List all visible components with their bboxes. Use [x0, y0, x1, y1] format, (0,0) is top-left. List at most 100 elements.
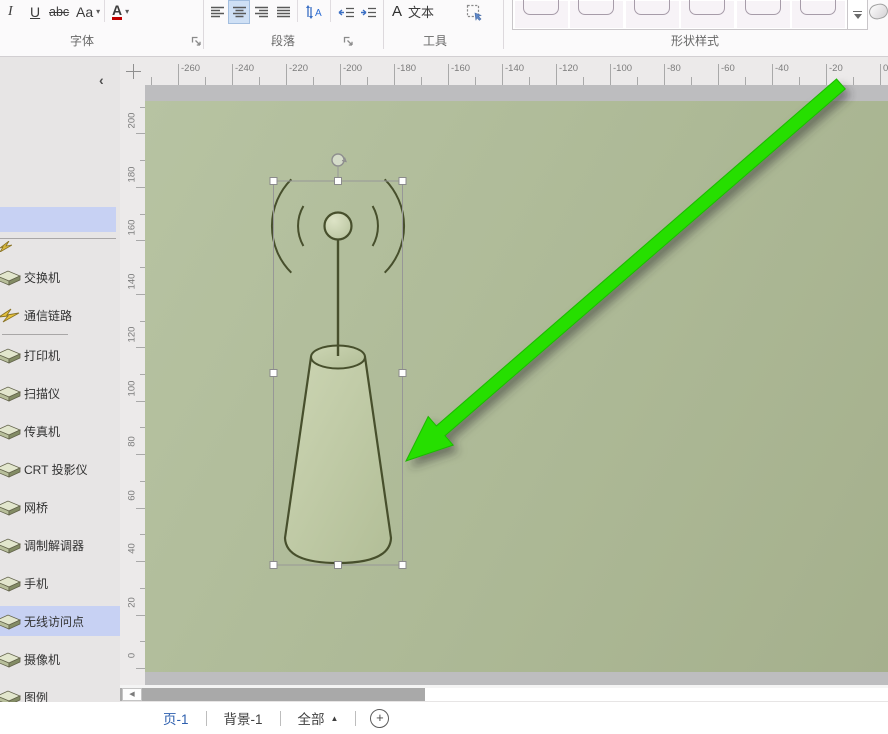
shape-style-tile[interactable] — [737, 1, 790, 28]
stencil-selected-band[interactable] — [0, 207, 116, 232]
crt-projector-icon — [0, 460, 21, 478]
ruler-label: 180 — [127, 159, 138, 189]
page-tab-页-1[interactable]: 页-1 — [146, 708, 206, 728]
ruler-label: -20 — [829, 63, 843, 74]
ruler-minor-tick — [421, 77, 422, 85]
switch-icon — [0, 268, 21, 286]
modem-icon — [0, 536, 21, 554]
decrease-indent-button[interactable] — [335, 0, 357, 24]
svg-text:A: A — [315, 8, 322, 19]
ruler-minor-tick — [853, 77, 854, 85]
shape-style-tile[interactable] — [681, 1, 734, 28]
ruler-tick — [880, 64, 881, 85]
scrollbar-thumb[interactable] — [425, 688, 888, 701]
ruler-label: 160 — [127, 213, 138, 243]
stencil-item-bridge[interactable]: 网桥 — [0, 488, 120, 526]
stencil-item-label: 图例 — [24, 689, 48, 703]
shape-style-tile[interactable] — [570, 1, 623, 28]
ruler-label: -160 — [451, 63, 470, 74]
ruler-minor-tick — [313, 77, 314, 85]
shape-style-tile[interactable] — [515, 1, 568, 28]
partial-stencil-icon — [0, 241, 12, 252]
stencil-item-comm-link[interactable]: 通信链路 — [0, 296, 120, 334]
ruler-label: 20 — [127, 587, 138, 617]
vertical-ruler[interactable]: 220200180160140120100806040200 — [120, 85, 146, 687]
ruler-minor-tick — [637, 77, 638, 85]
stencil-item-label: 传真机 — [24, 423, 60, 440]
stencil-item-wireless-ap[interactable]: 无线访问点 — [0, 606, 120, 636]
page-tab-label: 页-1 — [163, 708, 189, 728]
add-page-button[interactable]: + — [370, 709, 389, 728]
ruler-label: -180 — [397, 63, 416, 74]
chevron-down-icon: ▾ — [125, 7, 129, 16]
ruler-label: -240 — [235, 63, 254, 74]
align-right-button[interactable] — [250, 0, 272, 24]
paragraph-dialog-launcher-icon[interactable] — [343, 36, 354, 47]
collapse-panel-button[interactable]: ‹ — [99, 74, 104, 86]
shapes-panel: ‹ 交换机通信链路打印机扫描仪传真机 CRT 投影仪网桥调制解调器手机无线访问点摄… — [0, 57, 120, 702]
scroll-left-button[interactable]: ◀ — [122, 688, 142, 701]
align-left-button[interactable] — [206, 0, 228, 24]
stencil-item-label: 打印机 — [24, 347, 60, 364]
font-dialog-launcher-icon[interactable] — [191, 36, 202, 47]
strikethrough-button[interactable]: abc — [49, 0, 69, 23]
ruler-tick — [664, 64, 665, 85]
stencil-item-legend[interactable]: 图例 — [0, 678, 120, 702]
ruler-label: 140 — [127, 266, 138, 296]
horizontal-ruler[interactable]: -260-240-220-200-180-160-140-120-100-80-… — [145, 57, 888, 85]
style-preview-icon — [578, 0, 614, 15]
vertical-text-align-button[interactable]: A — [302, 0, 326, 24]
ruler-label: -120 — [559, 63, 578, 74]
area-select-tool-button[interactable] — [462, 0, 486, 24]
tab-up-arrow-icon: ▲ — [331, 714, 339, 723]
stencil-item-phone[interactable]: 手机 — [0, 564, 120, 602]
ruler-minor-tick — [205, 77, 206, 85]
page-tab-label: 全部 — [298, 708, 325, 728]
stencil-item-scanner[interactable]: 扫描仪 — [0, 374, 120, 412]
shape-effects-icon[interactable] — [867, 2, 888, 21]
ruler-minor-tick — [259, 77, 260, 85]
stencil-item-label: 通信链路 — [24, 307, 72, 324]
ruler-label: -260 — [181, 63, 200, 74]
ribbon: I U abc Aa ▾ A ▾ 字体 A — [0, 0, 888, 57]
stencil-item-printer[interactable]: 打印机 — [0, 336, 120, 374]
stencil-item-switch[interactable]: 交换机 — [0, 258, 120, 296]
ruler-label: -140 — [505, 63, 524, 74]
underline-button[interactable]: U — [30, 0, 40, 23]
text-tool-button[interactable]: A 文本 — [392, 0, 434, 23]
italic-button[interactable]: I — [8, 0, 13, 23]
chevron-down-icon: ▾ — [96, 7, 100, 16]
stencil-item-fax[interactable]: 传真机 — [0, 412, 120, 450]
ruler-label: 0 — [883, 63, 888, 74]
ruler-tick — [556, 64, 557, 85]
align-justify-button[interactable] — [272, 0, 294, 24]
ruler-minor-tick — [475, 77, 476, 85]
align-center-button[interactable] — [228, 0, 250, 24]
stencil-item-label: 调制解调器 — [24, 537, 84, 554]
shape-style-tile[interactable] — [792, 1, 845, 28]
stencil-shape-list: 交换机通信链路打印机扫描仪传真机 CRT 投影仪网桥调制解调器手机无线访问点摄像机… — [0, 258, 120, 702]
drawing-canvas[interactable] — [145, 85, 888, 687]
drawing-page[interactable] — [145, 101, 888, 672]
style-preview-icon — [745, 0, 781, 15]
horizontal-scrollbar[interactable]: ◀ — [120, 688, 888, 701]
ruler-minor-tick — [151, 77, 152, 85]
tools-group-label: 工具 — [405, 32, 465, 49]
stencil-item-camera[interactable]: 摄像机 — [0, 640, 120, 678]
stencil-item-crt-projector[interactable]: CRT 投影仪 — [0, 450, 120, 488]
stencil-item-modem[interactable]: 调制解调器 — [0, 526, 120, 564]
change-case-button[interactable]: Aa ▾ — [76, 0, 100, 23]
page-tab-全部[interactable]: 全部 ▲ — [281, 708, 356, 728]
shape-style-tile[interactable] — [626, 1, 679, 28]
page-tab-背景-1[interactable]: 背景-1 — [207, 708, 280, 728]
paragraph-group-label: 段落 — [253, 32, 313, 49]
increase-indent-button[interactable] — [357, 0, 379, 24]
fax-icon — [0, 422, 21, 440]
style-preview-icon — [523, 0, 559, 15]
font-color-button[interactable]: A ▾ — [112, 0, 129, 23]
shape-style-gallery[interactable] — [512, 0, 848, 30]
ruler-tick — [610, 64, 611, 85]
gallery-more-button[interactable] — [847, 0, 868, 30]
ruler-tick — [394, 64, 395, 85]
ruler-tick — [448, 64, 449, 85]
